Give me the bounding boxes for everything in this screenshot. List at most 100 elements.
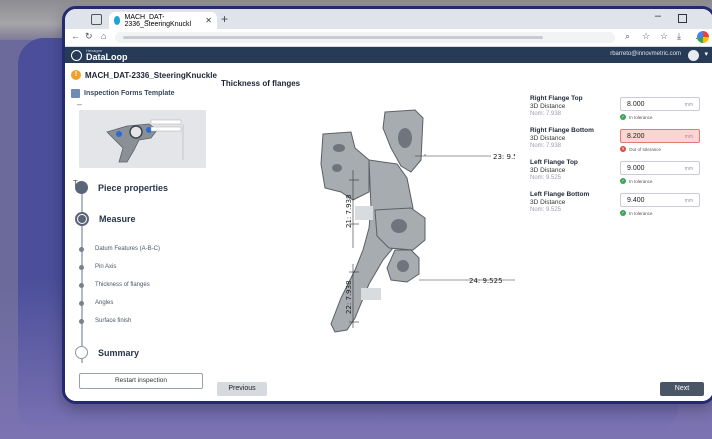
- substep-datum-features[interactable]: Datum Features (A-B-C): [75, 246, 160, 252]
- previous-button[interactable]: Previous: [217, 382, 267, 396]
- step-label: Measure: [99, 214, 136, 224]
- measurement-name: Right Flange Top: [530, 95, 583, 102]
- step-summary[interactable]: Summary: [75, 346, 139, 359]
- browser-window: MACH_DAT-2336_SteeringKnuckl ✕ + – ← ↻ ⌂…: [62, 6, 712, 404]
- favicon-icon: [114, 16, 121, 25]
- tab-title: MACH_DAT-2336_SteeringKnuckl: [124, 13, 192, 28]
- user-avatar-icon[interactable]: [688, 50, 699, 61]
- substep-surface-finish[interactable]: Surface finish: [75, 318, 131, 324]
- address-input[interactable]: [115, 32, 615, 43]
- lock-icon: ⌂: [101, 31, 107, 41]
- download-icon[interactable]: ⤓: [677, 31, 681, 42]
- substep-label: Pin Axis: [95, 264, 117, 270]
- dimension-label-22: 22: 7.938: [345, 280, 353, 314]
- minimize-icon[interactable]: –: [655, 10, 661, 22]
- measurement-nominal: Nom: 7.938: [530, 143, 562, 149]
- tolerance-status: ✓ In tolerance: [620, 178, 653, 184]
- main-content: ! MACH_DAT-2336_SteeringKnuckle Inspecti…: [65, 63, 712, 401]
- substep-dot-icon: [79, 282, 84, 288]
- measurement-name: Right Flange Bottom: [530, 127, 594, 134]
- measurement-unit: mm: [684, 198, 693, 204]
- step-pending-icon: [75, 346, 88, 359]
- check-icon: ✓: [620, 114, 626, 120]
- app-header: Hexagon DataLoop rbarreto@innovmetric.co…: [65, 47, 712, 64]
- maximize-icon[interactable]: [678, 14, 687, 23]
- dimension-label-21: 21: 7.938: [345, 194, 353, 228]
- substep-label: Surface finish: [95, 318, 132, 324]
- template-name: Inspection Forms Template: [71, 89, 175, 98]
- section-title: Thickness of flanges: [221, 79, 301, 88]
- measurement-type: 3D Distance: [530, 103, 566, 110]
- measurement-unit: mm: [684, 134, 693, 140]
- tolerance-status-text: In tolerance: [629, 178, 653, 184]
- dimension-label-24: 24: 9.525: [469, 277, 503, 285]
- measurement-input[interactable]: 9.000 mm: [620, 161, 700, 175]
- substep-label: Angles: [95, 300, 114, 306]
- favorite-icon[interactable]: ☆: [642, 31, 650, 42]
- url-text-blurred: [123, 36, 543, 39]
- check-icon: ✓: [620, 178, 626, 184]
- check-icon: ✓: [620, 210, 626, 216]
- step-piece-properties[interactable]: Piece properties: [75, 181, 168, 194]
- dimension-label-23: 23: 9.525: [493, 153, 515, 161]
- substep-label: Thickness of flanges: [95, 282, 150, 288]
- step-complete-icon: [75, 181, 88, 194]
- address-bar-row: ← ↻ ⌂ ⌕ ☆ ☆ ⤓ …: [65, 29, 712, 47]
- new-tab-button[interactable]: +: [221, 12, 228, 26]
- measurement-nominal: Nom: 7.938: [530, 111, 562, 117]
- tab-actions-icon[interactable]: [91, 14, 102, 25]
- measurement-type: 3D Distance: [530, 135, 566, 142]
- template-name-text: Inspection Forms Template: [84, 90, 175, 97]
- thumbnail-marker: –: [77, 99, 83, 109]
- sidebar: ! MACH_DAT-2336_SteeringKnuckle Inspecti…: [65, 63, 217, 401]
- extension-icon[interactable]: [697, 31, 709, 43]
- part-thumbnail[interactable]: [79, 110, 206, 168]
- measurement-row: Right Flange Bottom 3D Distance Nom: 7.9…: [530, 127, 710, 159]
- zoom-icon[interactable]: ⌕: [625, 31, 630, 42]
- substep-dot-icon: [79, 264, 84, 270]
- favorites-bar-icon[interactable]: ☆: [660, 31, 668, 42]
- substep-thickness-of-flanges[interactable]: Thickness of flanges: [75, 282, 150, 288]
- measurement-input[interactable]: 8.200 mm: [620, 129, 700, 143]
- warning-icon: !: [71, 70, 81, 80]
- tolerance-status: ✕ Out of tolerance: [620, 146, 661, 152]
- substep-dot-icon: [79, 246, 84, 252]
- measurement-value: 9.400: [627, 197, 645, 204]
- restart-inspection-button[interactable]: Restart inspection: [79, 373, 203, 389]
- measurement-row: Left Flange Bottom 3D Distance Nom: 9.52…: [530, 191, 710, 223]
- back-icon[interactable]: ←: [71, 31, 80, 41]
- step-current-icon: [75, 212, 89, 226]
- step-measure[interactable]: Measure: [75, 212, 136, 226]
- user-email: rbarreto@innovmetric.com: [610, 51, 681, 57]
- user-menu-caret-icon[interactable]: ▾: [704, 50, 708, 58]
- tolerance-status-text: In tolerance: [629, 210, 653, 216]
- tolerance-status-text: In tolerance: [629, 114, 653, 120]
- tolerance-status-text: Out of tolerance: [629, 146, 662, 152]
- document-title-text: MACH_DAT-2336_SteeringKnuckle: [85, 70, 217, 80]
- browser-tab[interactable]: MACH_DAT-2336_SteeringKnuckl ✕: [109, 12, 217, 29]
- logo-text: DataLoop: [86, 52, 128, 62]
- substep-pin-axis[interactable]: Pin Axis: [75, 264, 116, 270]
- substep-dot-icon: [79, 318, 84, 324]
- measurement-unit: mm: [684, 166, 693, 172]
- measurement-nominal: Nom: 9.525: [530, 207, 562, 213]
- substep-angles[interactable]: Angles: [75, 300, 113, 306]
- substep-dot-icon: [79, 300, 84, 306]
- close-tab-icon[interactable]: ✕: [205, 16, 212, 25]
- measurement-nominal: Nom: 9.525: [530, 175, 562, 181]
- next-button[interactable]: Next: [660, 382, 704, 396]
- refresh-icon[interactable]: ↻: [85, 31, 93, 42]
- measurement-input[interactable]: 9.400 mm: [620, 193, 700, 207]
- measurement-row: Left Flange Top 3D Distance Nom: 9.525 9…: [530, 159, 710, 191]
- measurement-name: Left Flange Top: [530, 159, 578, 166]
- measurement-row: Right Flange Top 3D Distance Nom: 7.938 …: [530, 95, 710, 127]
- measurement-type: 3D Distance: [530, 167, 566, 174]
- measurement-input[interactable]: 8.000 mm: [620, 97, 700, 111]
- part-drawing[interactable]: 23: 9.525 21: 7.938 22: 7.938 24: 9.525: [265, 108, 515, 348]
- tolerance-status: ✓ In tolerance: [620, 114, 653, 120]
- measurement-unit: mm: [684, 102, 693, 108]
- error-icon: ✕: [620, 146, 626, 152]
- step-label: Summary: [98, 347, 140, 358]
- form-icon: [71, 89, 80, 98]
- measurement-name: Left Flange Bottom: [530, 191, 590, 198]
